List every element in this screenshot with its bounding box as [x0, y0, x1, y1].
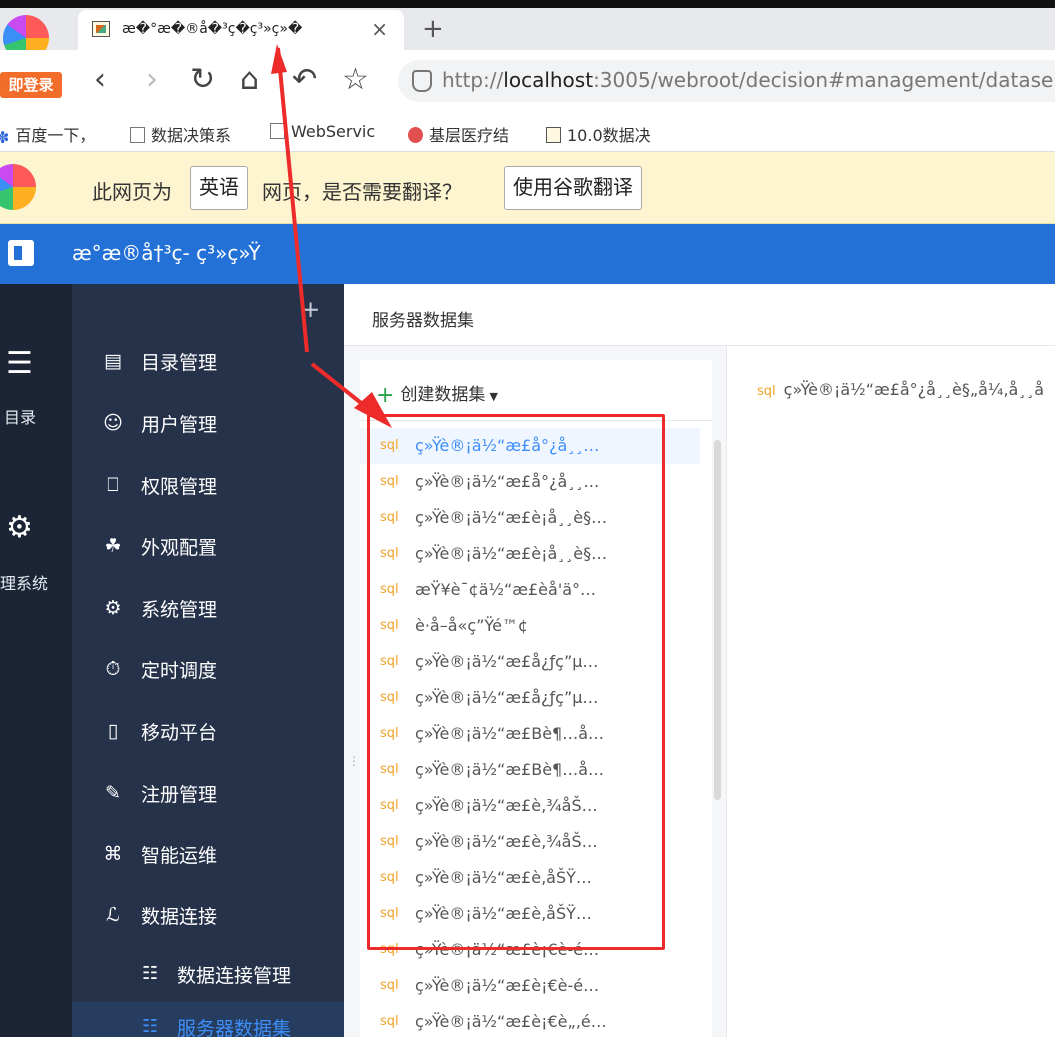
tab-title: æ�°æ�®å�³ç�ç³»ç»� [122, 21, 303, 37]
sidebar-item-system[interactable]: ⚙ 系统管理 [72, 579, 344, 639]
sidebar-item-permissions[interactable]: ⎕ 权限管理 [72, 456, 344, 516]
sql-icon: sql [380, 978, 399, 993]
page-title: 服务器数据集 [372, 311, 474, 331]
tab-favicon-icon [92, 21, 110, 37]
sidebar-item-label: 数据连接 [141, 906, 218, 928]
lock-icon: ⎕ [107, 474, 119, 496]
dataset-item[interactable]: sql ç»Ÿè®¡ä½“æ£è¡€è„‚é… [360, 1004, 700, 1037]
sidebar-item-label: 目录管理 [141, 352, 218, 374]
sidebar-item-catalog[interactable]: ▤ 目录管理 [72, 332, 344, 392]
sql-icon: sql [757, 384, 776, 399]
register-icon: ✎ [105, 782, 121, 804]
baidu-paw-icon: ✽ [0, 128, 10, 147]
sidebar-subitem-connection-management[interactable]: ☷ 数据连接管理 [72, 949, 344, 999]
mobile-icon: ▯ [107, 720, 119, 742]
detail-title-text: ç»Ÿè®¡ä½“æ£å°¿å¸¸è§„å¼‚å¸¸å [783, 380, 1045, 399]
dataset-detail-panel: sql ç»Ÿè®¡ä½“æ£å°¿å¸¸è§„å¼‚å¸¸å [726, 346, 1055, 1037]
sidebar-item-label: 服务器数据集 [177, 1018, 292, 1037]
address-bar[interactable]: http://localhost:3005/webroot/decision#m… [398, 60, 1055, 102]
browser-tab[interactable]: æ�°æ�®å�³ç�ç³»ç»� × [78, 10, 404, 50]
sql-icon: sql [380, 1014, 399, 1029]
rail-label: 目录 [4, 408, 37, 427]
server-dataset-icon: ☷ [142, 1016, 159, 1037]
new-tab-icon[interactable]: + [422, 14, 444, 44]
user-icon: ☺ [103, 412, 123, 434]
sidebar-item-label: 移动平台 [141, 722, 218, 744]
dataset-name: ç»Ÿè®¡ä½“æ£è¡€è„‚é… [415, 1012, 607, 1031]
sidebar-item-label: 用户管理 [141, 414, 218, 436]
annotation-highlight-box [367, 414, 665, 950]
language-button[interactable]: 英语 [190, 166, 248, 210]
link-icon: ℒ [106, 904, 120, 926]
db-connection-icon: ☷ [142, 963, 159, 984]
sidebar-item-appearance[interactable]: ☘ 外观配置 [72, 517, 344, 577]
translate-text: 此网页为 [92, 180, 172, 204]
shield-icon [412, 70, 432, 92]
breadcrumb: 服务器数据集 [344, 284, 1055, 346]
forward-icon[interactable]: › [146, 60, 158, 100]
bookmark-item[interactable]: WebServic [270, 122, 375, 141]
sidebar-item-label: 外观配置 [141, 537, 218, 559]
dataset-name: ç»Ÿè®¡ä½“æ£è¡€è-é… [415, 976, 600, 995]
bookmark-item[interactable]: ✽ 百度一下， [0, 122, 95, 147]
bookmarks-bar: ✽ 百度一下， 数据决策系 WebServic 基层医疗结 10.0数据决 [0, 114, 1055, 152]
detail-title: sql ç»Ÿè®¡ä½“æ£å°¿å¸¸è§„å¼‚å¸¸å [757, 380, 1044, 399]
sidebar: ✕ ▤ 目录管理 ☺ 用户管理 ⎕ 权限管理 ☘ 外观配置 ⚙ 系统管理 ⏱ 定时调度 ▯ 移… [72, 284, 344, 1037]
sidebar-item-label: 定时调度 [141, 660, 218, 682]
tab-close-icon[interactable]: × [371, 17, 388, 41]
sidebar-subitem-server-dataset[interactable]: ☷ 服务器数据集 [72, 1002, 344, 1037]
app-logo-icon[interactable] [8, 240, 34, 266]
finereport-icon [546, 127, 561, 143]
sidebar-item-ops[interactable]: ⌘ 智能运维 [72, 825, 344, 885]
rail-label: 管理系统 [0, 574, 49, 593]
settings-icon: ⚙ [104, 597, 122, 619]
sidebar-item-label: 注册管理 [141, 784, 218, 806]
sidebar-item-scheduler[interactable]: ⏱ 定时调度 [72, 640, 344, 700]
sidebar-item-label: 系统管理 [141, 599, 218, 621]
sidebar-item-registration[interactable]: ✎ 注册管理 [72, 764, 344, 824]
catalog-icon: ▤ [104, 350, 122, 372]
caret-down-icon: ▼ [489, 390, 498, 403]
create-dataset-label: 创建数据集 [400, 385, 486, 405]
app-title: æ°æ®å†³ç- ç³»ç»Ÿ [72, 241, 261, 265]
translate-bar: 此网页为 英语 网页，是否需要翻译？ 使用谷歌翻译 [0, 152, 1055, 224]
sidebar-item-label: 智能运维 [141, 845, 218, 867]
browser-logo-icon [0, 162, 40, 212]
bookmark-item[interactable]: 10.0数据决 [546, 122, 651, 146]
app-header: æ°æ®å†³ç- ç³»ç»Ÿ [0, 224, 1055, 284]
browser-toolbar: ‹ › ↻ ⌂ ↶ ☆ http://localhost:3005/webroo… [0, 50, 1055, 114]
left-rail: ☰ 目录 ⚙ 管理系统 [0, 284, 72, 1037]
pin-icon[interactable]: ✕ [296, 296, 325, 325]
gear-icon: ⚙ [6, 510, 33, 545]
undo-icon[interactable]: ↶ [292, 60, 317, 100]
dataset-item[interactable]: sql ç»Ÿè®¡ä½“æ£è¡€è-é… [360, 968, 700, 1004]
back-icon[interactable]: ‹ [94, 60, 106, 100]
google-translate-button[interactable]: 使用谷歌翻译 [504, 166, 642, 210]
timer-icon: ⏱ [105, 658, 121, 680]
page-icon [130, 127, 145, 143]
reload-icon[interactable]: ↻ [190, 60, 215, 100]
bookmark-item[interactable]: 数据决策系 [130, 122, 231, 146]
bookmark-item[interactable]: 基层医疗结 [408, 122, 509, 146]
page-icon [270, 123, 285, 139]
list-scrollbar[interactable] [714, 440, 721, 800]
sidebar-item-label: 权限管理 [141, 476, 218, 498]
sidebar-item-mobile[interactable]: ▯ 移动平台 [72, 702, 344, 762]
translate-question: 网页，是否需要翻译？ [262, 180, 462, 204]
sidebar-item-data-connection[interactable]: ℒ 数据连接 [72, 886, 344, 946]
browser-tab-strip: æ�°æ�®å�³ç�ç³»ç»� × + [0, 0, 1055, 50]
login-badge[interactable]: 即登录 [0, 72, 62, 98]
ops-icon: ⌘ [103, 843, 123, 865]
url-text: http://localhost:3005/webroot/decision#m… [442, 68, 1054, 92]
list-icon: ☰ [6, 346, 33, 381]
plus-icon: + [376, 383, 395, 408]
paint-roller-icon: ☘ [104, 535, 122, 557]
home-icon[interactable]: ⌂ [240, 60, 259, 100]
sidebar-item-label: 数据连接管理 [177, 965, 292, 987]
medical-icon [408, 127, 423, 143]
sidebar-item-users[interactable]: ☺ 用户管理 [72, 394, 344, 454]
star-icon[interactable]: ☆ [342, 60, 369, 100]
create-dataset-button[interactable]: + 创建数据集 ▼ [376, 380, 498, 408]
